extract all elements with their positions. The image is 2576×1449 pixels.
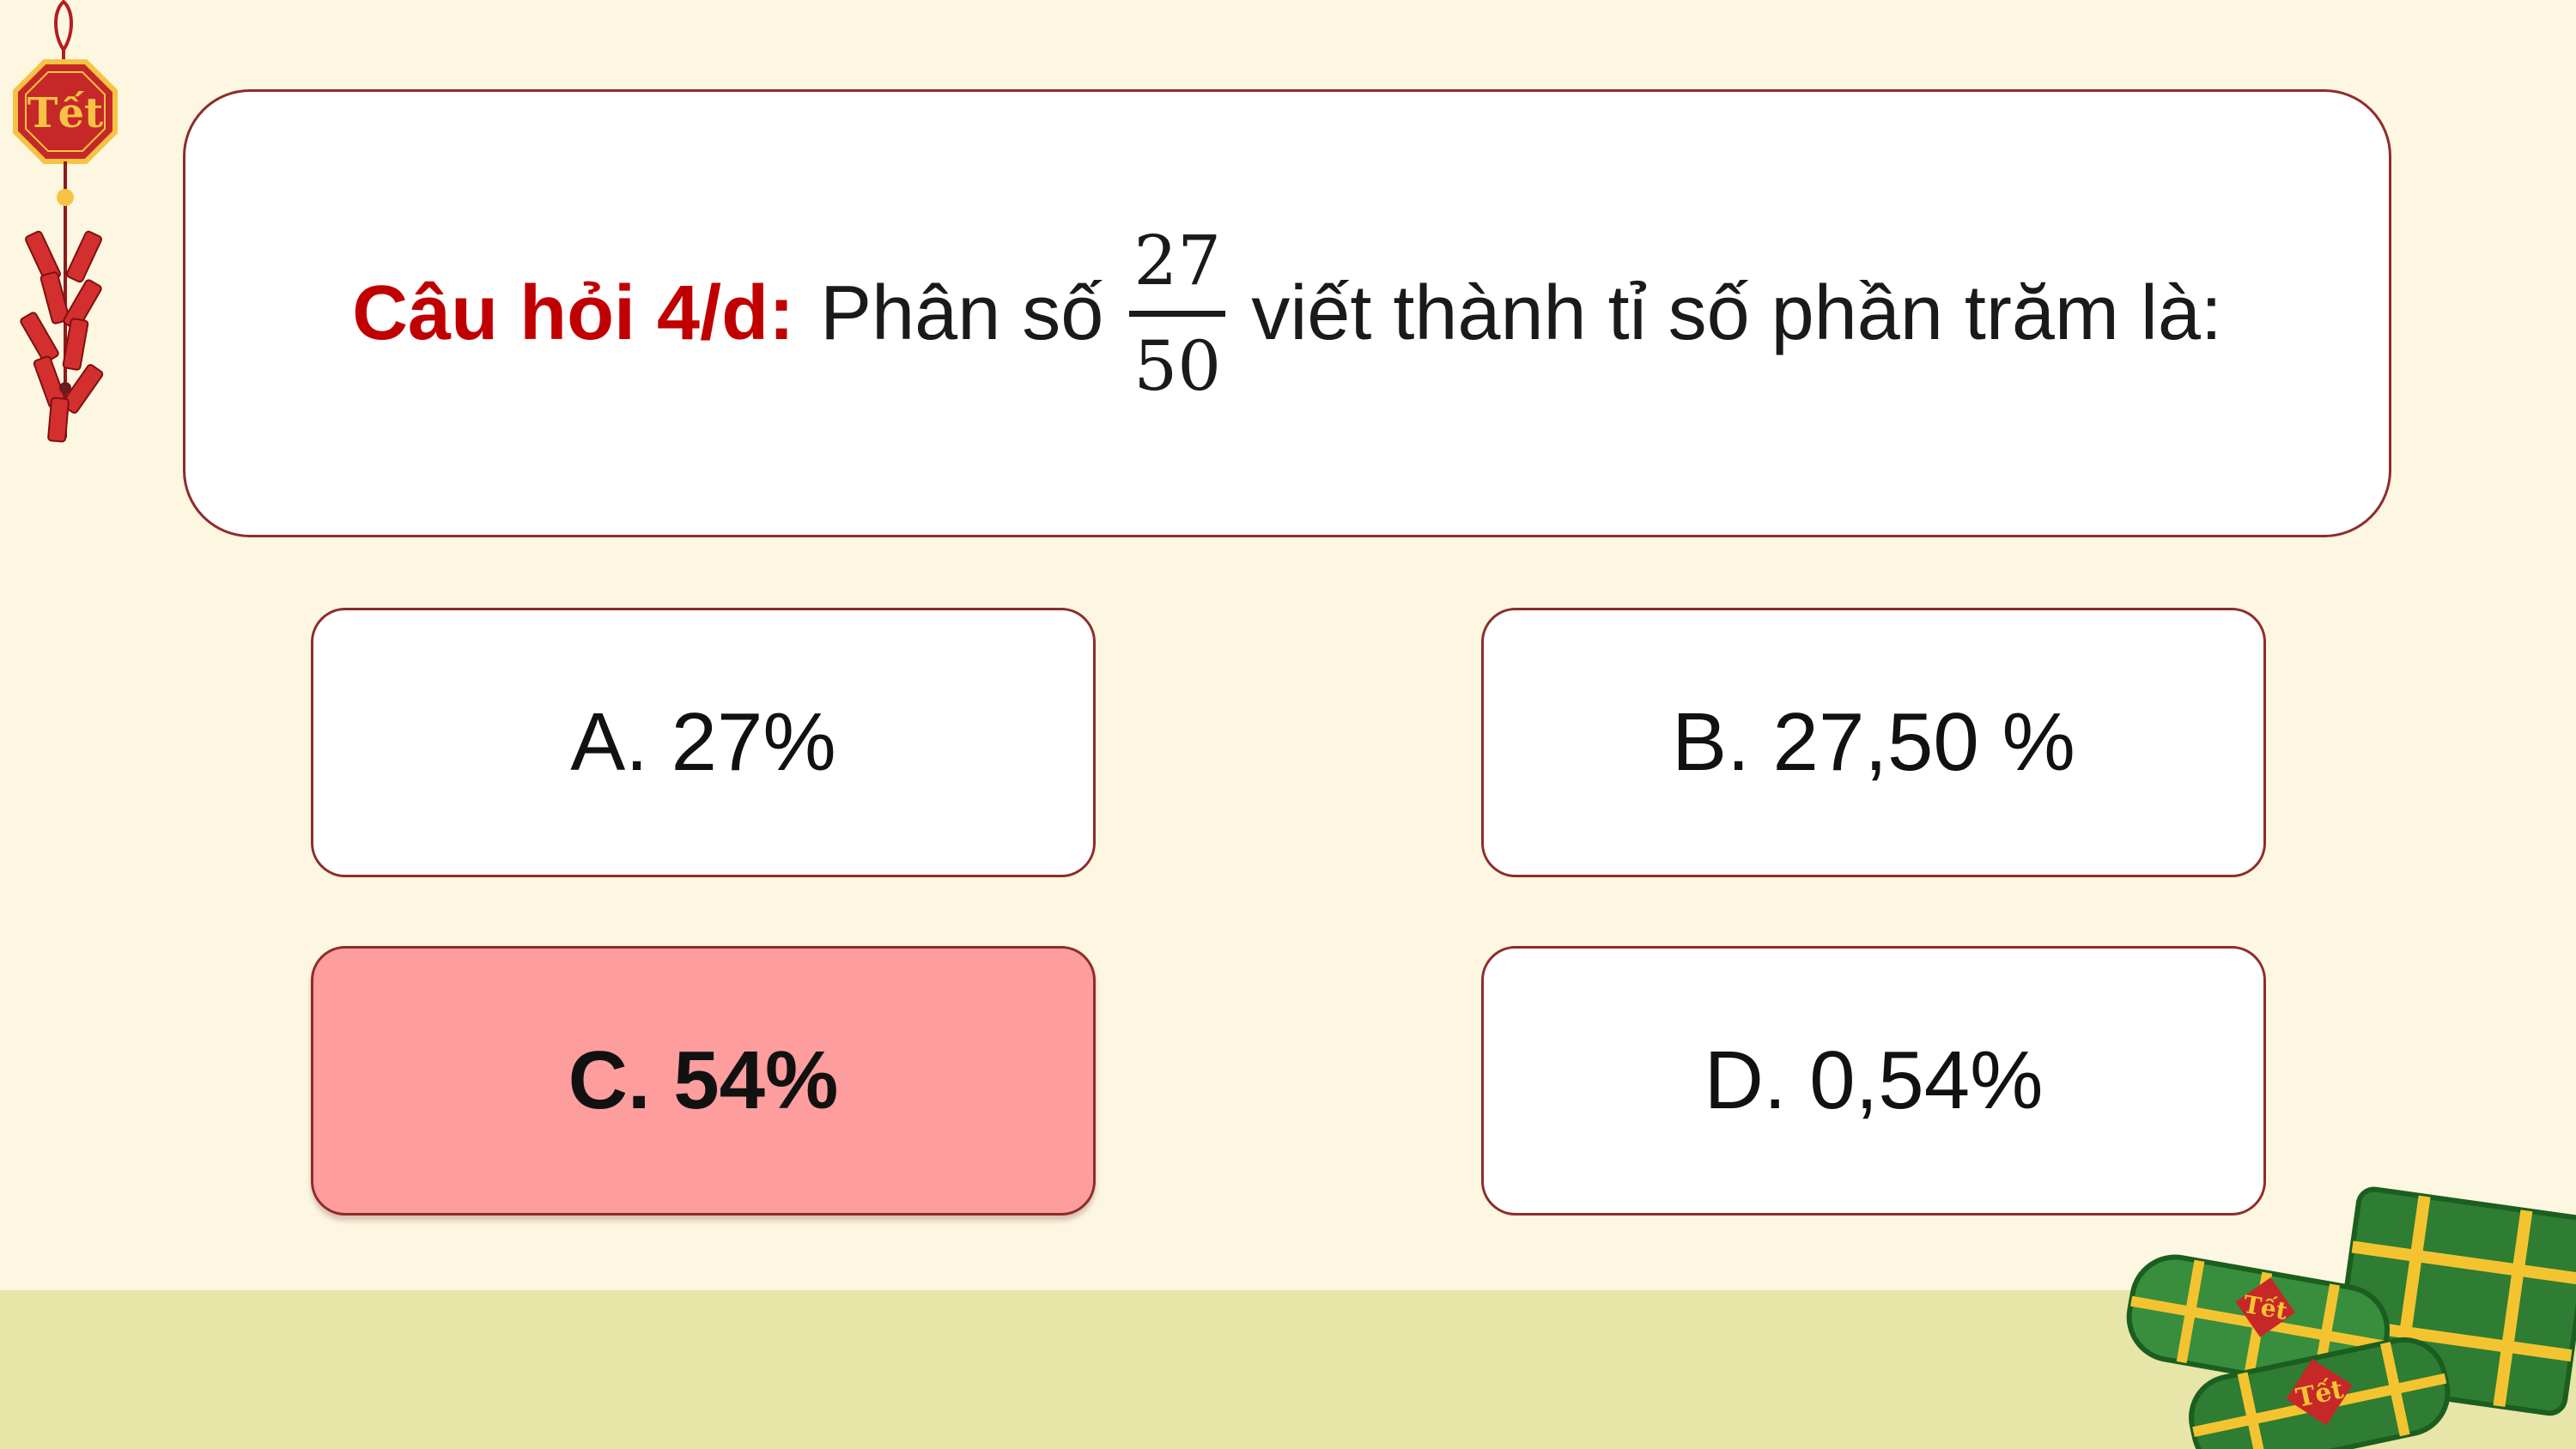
tet-firecracker-ornament: Tết bbox=[13, 0, 118, 443]
answer-b-button[interactable]: B. 27,50 % bbox=[1481, 608, 2266, 877]
answer-a-label: A. 27% bbox=[570, 696, 836, 788]
banh-chung-cakes-decoration: Tết Tết bbox=[2126, 1186, 2576, 1449]
question-text: Câu hỏi 4/d: Phân số 27 50 viết thành tỉ… bbox=[352, 220, 2222, 406]
ornament-label: Tết bbox=[27, 89, 103, 137]
answer-d-button[interactable]: D. 0,54% bbox=[1481, 946, 2266, 1216]
question-text-after: viết thành tỉ số phần trăm là: bbox=[1251, 270, 2222, 356]
fraction-bar bbox=[1129, 310, 1226, 317]
answer-b-label: B. 27,50 % bbox=[1672, 696, 2075, 788]
fraction-denominator: 50 bbox=[1133, 325, 1222, 406]
answer-d-label: D. 0,54% bbox=[1704, 1034, 2044, 1126]
answer-c-button[interactable]: C. 54% bbox=[311, 946, 1096, 1216]
fraction: 27 50 bbox=[1129, 220, 1226, 406]
answer-c-label: C. 54% bbox=[568, 1034, 839, 1126]
question-text-before: Phân số bbox=[820, 270, 1104, 356]
fraction-numerator: 27 bbox=[1133, 220, 1222, 300]
question-label: Câu hỏi 4/d: bbox=[352, 270, 795, 356]
question-box: Câu hỏi 4/d: Phân số 27 50 viết thành tỉ… bbox=[183, 89, 2391, 537]
answer-a-button[interactable]: A. 27% bbox=[311, 608, 1096, 877]
